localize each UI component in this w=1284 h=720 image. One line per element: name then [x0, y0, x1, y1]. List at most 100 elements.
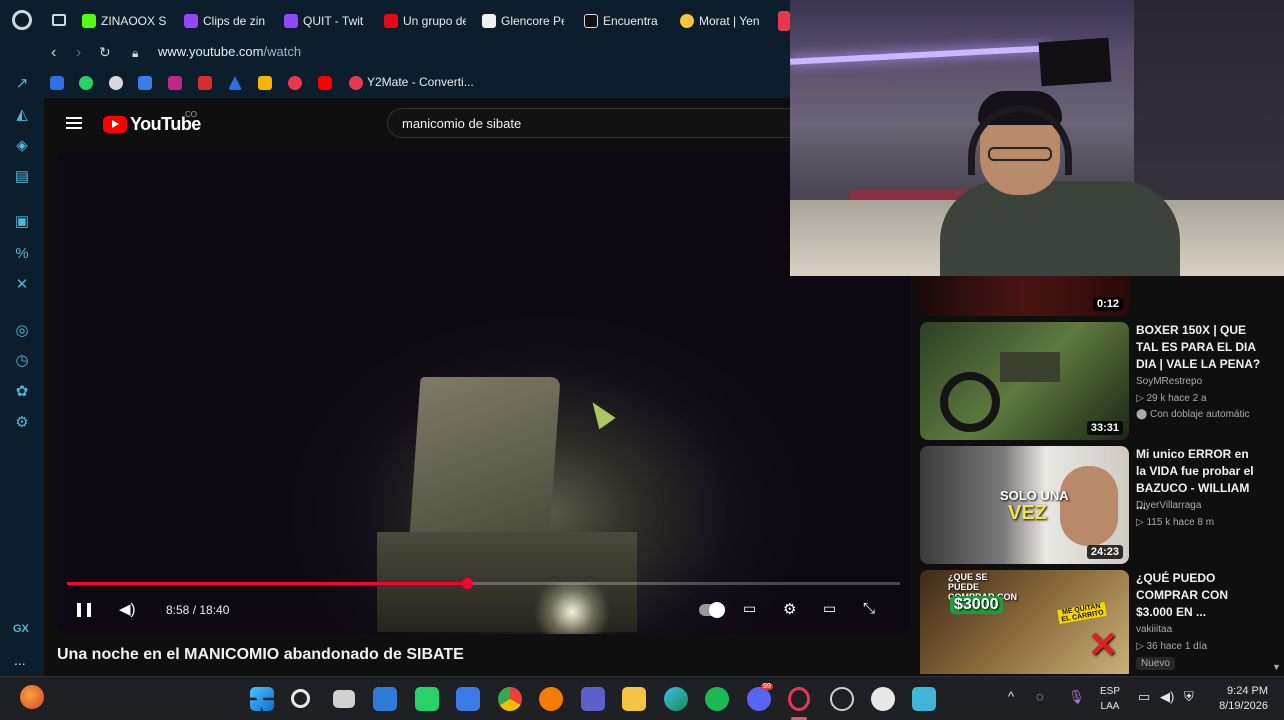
- settings-icon[interactable]: ⚙: [13, 414, 31, 432]
- twitch-icon[interactable]: ▣: [13, 213, 31, 231]
- teams-icon[interactable]: [581, 687, 605, 711]
- x-twitter-icon[interactable]: ✕: [13, 276, 31, 294]
- opera-bookmark-icon[interactable]: [288, 76, 302, 90]
- search-query: manicomio de sibate: [402, 116, 522, 131]
- theater-mode-icon[interactable]: ▭: [823, 600, 836, 617]
- tab-label: ZINAOOX St: [101, 14, 166, 28]
- discord-badge: 99: [761, 683, 773, 690]
- task-view-icon[interactable]: [333, 690, 355, 708]
- youtube-bookmark-icon[interactable]: [318, 76, 332, 90]
- edge-icon[interactable]: [664, 687, 688, 711]
- arc-bookmark-icon[interactable]: [228, 76, 242, 90]
- forward-arrow-icon[interactable]: ›: [76, 44, 81, 62]
- notepad-icon[interactable]: [912, 687, 936, 711]
- search-input[interactable]: manicomio de sibate: [387, 108, 797, 138]
- system-clock[interactable]: 9:24 PM 8/19/2026: [1212, 684, 1268, 714]
- url-field[interactable]: www.youtube.com/watch: [158, 44, 301, 59]
- subtitles-icon[interactable]: ▭: [743, 600, 756, 617]
- keyboard-layout: LAA: [1100, 701, 1120, 712]
- store-icon[interactable]: [456, 687, 480, 711]
- recommendation-channel[interactable]: DiyerVillarraga: [1136, 500, 1201, 511]
- fullscreen-icon[interactable]: ⤡: [863, 600, 875, 617]
- tab-1[interactable]: Clips de zin: [184, 11, 266, 31]
- sidebar-more-icon[interactable]: ...: [14, 652, 26, 668]
- recommendation-thumbnail[interactable]: 33:31: [920, 322, 1129, 440]
- recommendation-thumbnail[interactable]: ¿QUE SE PUEDE COMPRAR CON $3000 ME QUITA…: [920, 570, 1129, 674]
- news-icon[interactable]: ▤: [13, 168, 31, 186]
- recommendation-title[interactable]: ¿QUÉ PUEDO COMPRAR CON $3.000 EN ...: [1136, 570, 1261, 621]
- language-indicator[interactable]: ESP LAA: [1100, 684, 1120, 714]
- volume-tray-icon[interactable]: ◀): [1160, 689, 1174, 705]
- brave-icon[interactable]: [539, 687, 563, 711]
- app-bookmark-icon[interactable]: [198, 76, 212, 90]
- streamer-glasses: [988, 147, 1052, 161]
- percent-icon[interactable]: %: [13, 245, 31, 263]
- thumbnail-text-3: ME QUITAN EL CARRITO: [1057, 601, 1107, 625]
- tab-6[interactable]: Morat | Yen: [680, 11, 764, 31]
- shuffle-bookmark-icon[interactable]: [168, 76, 182, 90]
- video-frame-tombstone: [409, 377, 561, 537]
- video-player[interactable]: ◀) 8:58 / 18:40 ▭ ⚙ ▭ ⤡: [57, 152, 910, 634]
- duration-badge: 0:12: [1092, 297, 1123, 311]
- autoplay-toggle[interactable]: [699, 602, 725, 618]
- extensions-icon[interactable]: ✿: [13, 383, 31, 401]
- spotify-icon[interactable]: [705, 687, 729, 711]
- workspaces-icon[interactable]: ◈: [13, 137, 31, 155]
- shield-icon[interactable]: ⛨: [1184, 689, 1194, 705]
- windows-start-icon[interactable]: [250, 687, 274, 711]
- tab-2[interactable]: QUIT - Twit: [284, 11, 366, 31]
- whatsapp-bookmark-icon[interactable]: [79, 76, 93, 90]
- docs-bookmark-icon[interactable]: [50, 76, 64, 90]
- progress-scrubber[interactable]: [461, 578, 473, 589]
- media-player-icon[interactable]: [871, 687, 895, 711]
- new-badge: Nuevo: [1136, 657, 1175, 670]
- tab-0[interactable]: ZINAOOX St: [82, 11, 166, 31]
- settings-gear-icon[interactable]: ⚙: [783, 600, 796, 618]
- reload-icon[interactable]: ↻: [99, 44, 111, 61]
- obs-icon[interactable]: [830, 687, 854, 711]
- tab-5[interactable]: Encuentra: [584, 11, 664, 31]
- opera-logo-icon[interactable]: [12, 10, 32, 30]
- progress-bar[interactable]: [67, 578, 900, 589]
- opera-gx-icon[interactable]: [788, 687, 810, 711]
- recommendation-thumbnail[interactable]: SOLO UNA VEZ 24:23: [920, 446, 1129, 564]
- chatgpt-bookmark-icon[interactable]: [109, 76, 123, 90]
- whatsapp-icon[interactable]: [415, 687, 439, 711]
- tab-3[interactable]: Un grupo de: [384, 11, 466, 31]
- gx-control-icon[interactable]: ◎: [13, 322, 31, 340]
- folder-bookmark-icon[interactable]: [258, 76, 272, 90]
- translate-bookmark-icon[interactable]: [138, 76, 152, 90]
- search-icon[interactable]: [291, 689, 310, 708]
- recommendation-channel[interactable]: SoyMRestrepo: [1136, 376, 1202, 387]
- volume-icon[interactable]: ◀): [119, 600, 136, 618]
- recommendation-channel[interactable]: vakiiitaa: [1136, 624, 1172, 635]
- webcam-tv: [1038, 37, 1112, 87]
- back-arrow-icon[interactable]: ‹: [51, 44, 56, 62]
- history-icon[interactable]: ◷: [13, 352, 31, 370]
- outlook-icon[interactable]: [373, 687, 397, 711]
- menu-hamburger-icon[interactable]: [66, 117, 82, 129]
- discord-icon[interactable]: [747, 687, 771, 711]
- thumbnail-text-line1: SOLO UNA: [1000, 488, 1069, 503]
- tray-app-icon[interactable]: ◌: [1036, 689, 1044, 704]
- recommendation-title[interactable]: BOXER 150X | QUE TAL ES PARA EL DIA DIA …: [1136, 322, 1261, 373]
- tab-manager-icon[interactable]: [52, 14, 66, 26]
- y2mate-bookmark-label[interactable]: Y2Mate - Converti...: [367, 75, 474, 89]
- progress-fill: [67, 582, 467, 585]
- y2mate-bookmark-icon[interactable]: [349, 76, 363, 90]
- file-explorer-icon[interactable]: [622, 687, 646, 711]
- chrome-icon[interactable]: [498, 687, 522, 711]
- time-display: 8:58 / 18:40: [166, 603, 230, 617]
- pause-button[interactable]: [77, 603, 91, 617]
- weather-widget-icon[interactable]: [20, 685, 44, 709]
- tab-active-youtube[interactable]: [778, 11, 790, 31]
- network-icon[interactable]: ▭: [1138, 689, 1150, 705]
- speed-dial-icon[interactable]: ↗: [13, 75, 31, 93]
- bookmarks-bar: Y2Mate - Converti...: [44, 68, 790, 98]
- scroll-down-icon[interactable]: ▼: [1272, 662, 1281, 672]
- recommendation-thumbnail[interactable]: 0:12: [920, 276, 1129, 316]
- aria-icon[interactable]: ◭: [13, 106, 31, 124]
- microphone-icon[interactable]: 🎙︎: [1068, 689, 1085, 705]
- tray-overflow-icon[interactable]: ^: [1008, 689, 1014, 704]
- tab-4[interactable]: Glencore Pe: [482, 11, 564, 31]
